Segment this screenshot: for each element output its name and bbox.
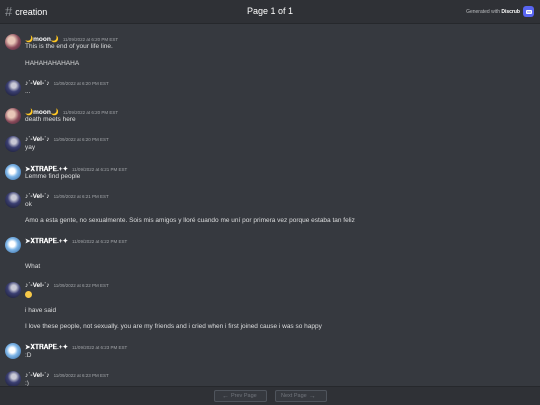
generated-label: Generated with Discrub xyxy=(466,8,520,15)
message-text: I love these people, not sexually. you a… xyxy=(25,323,322,330)
discrub-logo-icon xyxy=(523,6,534,17)
username: ♪˙-Vel-˙♪ xyxy=(25,80,50,87)
username: ➤𝐗𝐓𝐑𝐀𝐏𝐄.+✦ xyxy=(25,238,69,245)
avatar xyxy=(5,192,21,208)
avatar xyxy=(5,34,21,50)
timestamp: 11/09/2022 at 6:20 PM EST xyxy=(53,81,109,86)
avatar xyxy=(5,282,21,298)
next-page-label: Next Page xyxy=(281,393,307,399)
arrow-right-icon: → xyxy=(308,392,316,400)
top-bar: # creation Page 1 of 1 Generated with Di… xyxy=(0,0,540,24)
timestamp: 11/09/2022 at 6:23 PM EST xyxy=(72,345,128,350)
message-header: 🌙moon🌙 11/09/2022 at 6:20 PM EST xyxy=(25,35,118,43)
message-text: ok xyxy=(25,201,32,208)
pagination-bar: ← Prev Page Next Page → xyxy=(0,386,540,405)
avatar xyxy=(5,80,21,96)
username: 🌙moon🌙 xyxy=(25,109,59,116)
username: ➤𝐗𝐓𝐑𝐀𝐏𝐄.+✦ xyxy=(25,344,69,351)
username: ♪˙-Vel-˙♪ xyxy=(25,282,50,289)
arrow-left-icon: ← xyxy=(222,392,229,400)
avatar xyxy=(5,371,21,386)
message-text: yay xyxy=(25,144,36,151)
avatar xyxy=(5,136,21,152)
timestamp: 11/09/2022 at 6:21 PM EST xyxy=(53,194,109,199)
generated-with: Generated with Discrub xyxy=(466,6,534,17)
message-text: :D xyxy=(25,352,32,359)
message-text: HAHAHAHAHAHA xyxy=(25,60,80,67)
smile-emoji-icon xyxy=(25,291,32,298)
message-text: This is the end of your life line. xyxy=(25,43,113,50)
message-text: ... xyxy=(25,88,31,95)
timestamp: 11/09/2022 at 6:20 PM EST xyxy=(62,110,119,115)
timestamp: 11/09/2022 at 6:20 PM EST xyxy=(62,37,119,42)
username: ♪˙-Vel-˙♪ xyxy=(25,372,50,379)
message-text: i have said xyxy=(25,307,57,314)
avatar xyxy=(5,164,21,180)
timestamp: 11/09/2022 at 6:22 PM EST xyxy=(53,283,109,288)
prev-page-button[interactable]: ← Prev Page xyxy=(214,390,267,402)
username: ♪˙-Vel-˙♪ xyxy=(25,193,50,200)
next-page-button[interactable]: Next Page → xyxy=(275,390,327,402)
message-text: death meets here xyxy=(25,116,76,123)
message-header: ➤𝐗𝐓𝐑𝐀𝐏𝐄.+✦ 11/09/2022 at 6:23 PM EST xyxy=(25,343,127,352)
message-header: ♪˙-Vel-˙♪ 11/09/2022 at 6:23 PM EST xyxy=(25,372,109,379)
timestamp: 11/09/2022 at 6:20 PM EST xyxy=(53,137,109,142)
page-indicator: Page 1 of 1 xyxy=(246,6,294,16)
message-header: ♪˙-Vel-˙♪ 11/09/2022 at 6:21 PM EST xyxy=(25,193,109,200)
message-header: ♪˙-Vel-˙♪ 11/09/2022 at 6:22 PM EST xyxy=(25,282,109,289)
avatar xyxy=(5,237,21,253)
generated-brand: Discrub xyxy=(501,8,520,15)
avatar xyxy=(5,343,21,359)
username: 🌙moon🌙 xyxy=(25,36,59,43)
prev-page-label: Prev Page xyxy=(231,393,257,399)
message-header: ➤𝐗𝐓𝐑𝐀𝐏𝐄.+✦ 11/09/2022 at 6:22 PM EST xyxy=(25,237,127,246)
timestamp: 11/09/2022 at 6:22 PM EST xyxy=(72,239,128,244)
username: ♪˙-Vel-˙♪ xyxy=(25,136,50,143)
message-text: What xyxy=(25,263,41,270)
avatar xyxy=(5,108,21,124)
message-text: Lemme find people xyxy=(25,173,81,180)
message-header: ♪˙-Vel-˙♪ 11/09/2022 at 6:20 PM EST xyxy=(25,80,109,87)
message-text: Amo a esta gente, no sexualmente. Sois m… xyxy=(25,217,355,224)
message-header: 🌙moon🌙 11/09/2022 at 6:20 PM EST xyxy=(25,108,118,116)
timestamp: 11/09/2022 at 6:21 PM EST xyxy=(72,167,128,172)
message-list[interactable]: 🌙moon🌙 11/09/2022 at 6:20 PM EST This is… xyxy=(0,24,540,386)
timestamp: 11/09/2022 at 6:23 PM EST xyxy=(53,373,109,378)
message-header: ♪˙-Vel-˙♪ 11/09/2022 at 6:20 PM EST xyxy=(25,136,109,143)
